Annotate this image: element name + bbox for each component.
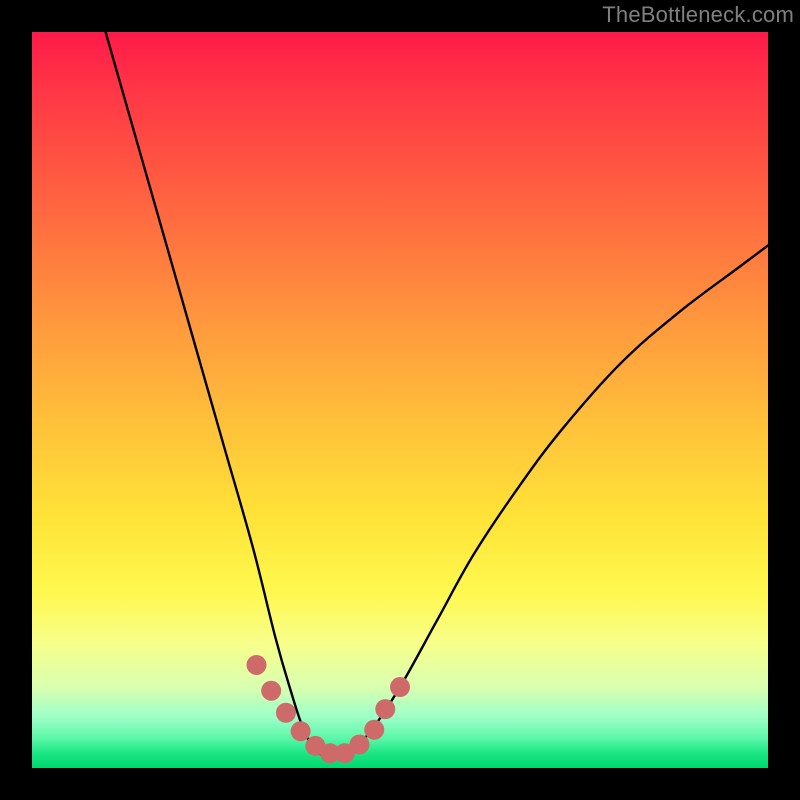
bottleneck-curve (106, 32, 768, 755)
highlight-dot (291, 721, 311, 741)
highlight-dot (390, 677, 410, 697)
highlight-dot (261, 681, 281, 701)
curve-svg (32, 32, 768, 768)
highlight-dot (350, 734, 370, 754)
highlight-dots (246, 655, 410, 763)
watermark-text: TheBottleneck.com (602, 2, 794, 28)
highlight-dot (364, 720, 384, 740)
plot-area (32, 32, 768, 768)
highlight-dot (276, 703, 296, 723)
chart-frame: TheBottleneck.com (0, 0, 800, 800)
highlight-dot (246, 655, 266, 675)
highlight-dot (375, 699, 395, 719)
